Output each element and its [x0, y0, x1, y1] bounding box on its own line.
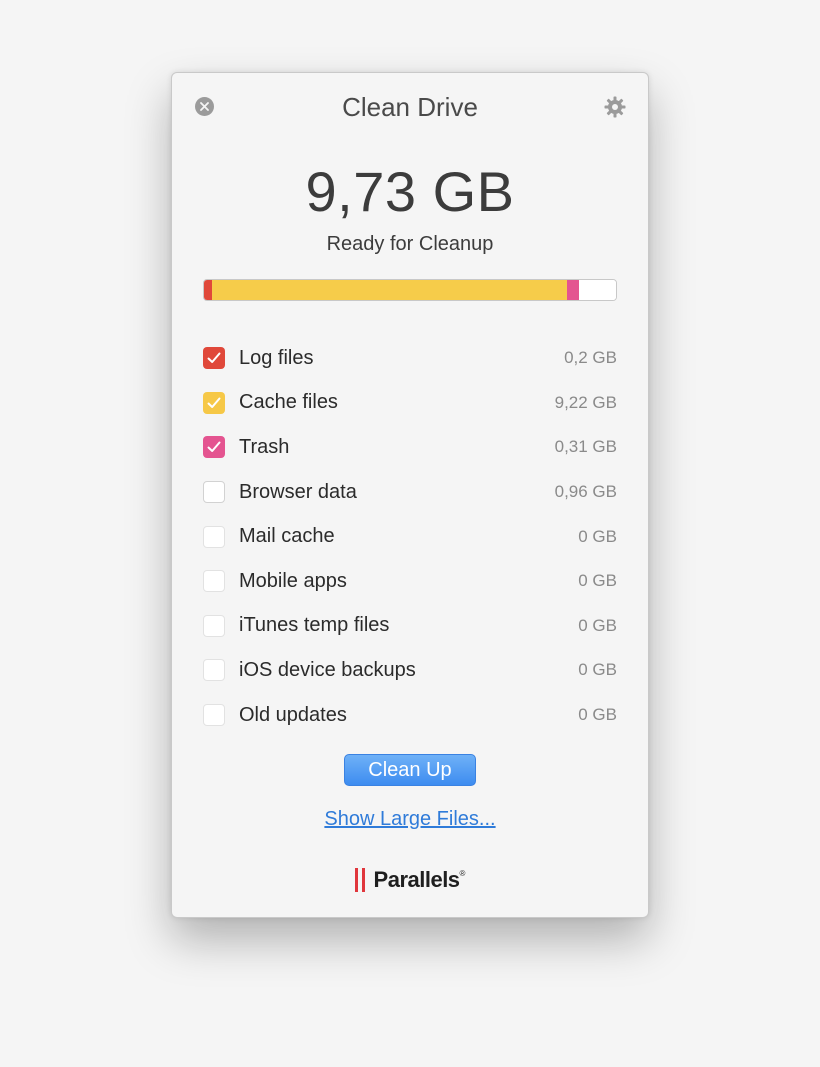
item-checkbox[interactable] [203, 436, 225, 459]
clean-up-button[interactable]: Clean Up [344, 754, 476, 786]
item-checkbox[interactable] [203, 347, 225, 370]
item-checkbox[interactable] [203, 614, 225, 637]
item-size: 0 GB [578, 571, 617, 591]
cleanup-list: Log files 0,2 GB Cache files 9,22 GB Trash 0,… [203, 336, 617, 737]
checkmark-icon [207, 441, 221, 453]
status-label: Ready for Cleanup [326, 233, 494, 255]
cleanup-item[interactable]: Mail cache 0 GB [203, 514, 617, 559]
cleanup-item[interactable]: iOS device backups 0 GB [203, 648, 617, 693]
settings-button[interactable] [603, 95, 627, 119]
checkmark-icon [207, 352, 221, 364]
checkmark-icon [207, 397, 221, 408]
item-size: 0,31 GB [554, 437, 617, 457]
item-size: 0 GB [578, 660, 617, 680]
item-label: iOS device backups [239, 658, 416, 681]
cleanup-item[interactable]: Cache files 9,22 GB [203, 381, 617, 426]
item-size: 0 GB [578, 705, 617, 725]
usage-bar [203, 279, 617, 301]
item-size: 0,96 GB [554, 482, 617, 502]
item-size: 0 GB [578, 615, 617, 635]
item-label: Trash [239, 435, 290, 458]
brand-registered-mark: ® [459, 869, 466, 878]
cleanup-item[interactable]: Trash 0,31 GB [203, 425, 617, 470]
brand-name: Parallels [373, 867, 461, 892]
cleanup-item[interactable]: Mobile apps 0 GB [203, 559, 617, 604]
item-label: Log files [239, 346, 314, 369]
item-size: 0,2 GB [564, 348, 617, 368]
item-checkbox[interactable] [203, 481, 225, 504]
title-bar: Clean Drive [172, 73, 648, 143]
item-size: 0 GB [578, 526, 617, 546]
item-label: Browser data [239, 480, 357, 503]
window-title: Clean Drive [342, 92, 478, 122]
item-label: Old updates [239, 703, 347, 726]
gear-icon [603, 96, 627, 123]
item-checkbox[interactable] [203, 525, 225, 548]
item-label: Mobile apps [239, 569, 347, 592]
item-checkbox[interactable] [203, 704, 225, 727]
parallels-logo: Parallels ® [172, 867, 648, 893]
cleanup-item[interactable]: Old updates 0 GB [203, 693, 617, 738]
item-label: Mail cache [239, 525, 335, 548]
item-checkbox[interactable] [203, 391, 225, 414]
cleanup-item[interactable]: iTunes temp files 0 GB [203, 604, 617, 649]
item-checkbox[interactable] [203, 570, 225, 593]
usage-bar-segment [567, 280, 579, 300]
item-label: iTunes temp files [239, 614, 390, 637]
usage-bar-segment [211, 280, 568, 300]
cleanup-item[interactable]: Log files 0,2 GB [203, 336, 617, 381]
cleanup-item[interactable]: Browser data 0,96 GB [203, 470, 617, 515]
usage-bar-segment [204, 280, 212, 300]
item-label: Cache files [239, 391, 338, 414]
usage-bar-segment [578, 280, 616, 300]
total-size: 9,73 GB [305, 160, 515, 223]
parallels-bars-icon [354, 868, 369, 892]
item-checkbox[interactable] [203, 659, 225, 682]
item-size: 9,22 GB [554, 392, 617, 412]
show-large-files-link[interactable]: Show Large Files... [172, 808, 648, 831]
clean-drive-window: Clean Drive 9,73 GB Ready for Cleanup Lo… [171, 72, 649, 918]
